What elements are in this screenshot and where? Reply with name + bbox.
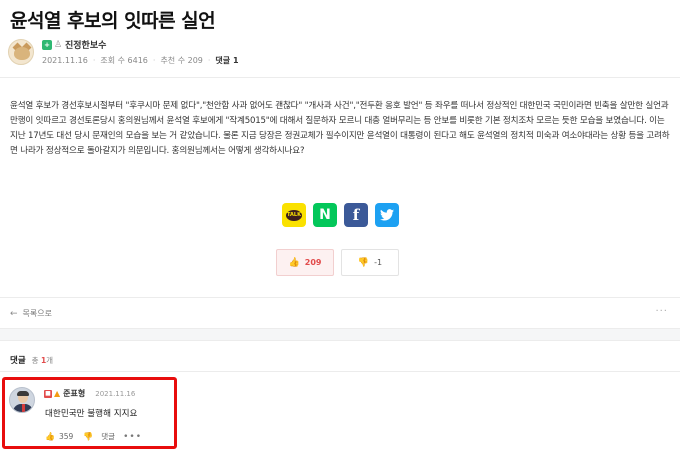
level-badge-icon: + (42, 39, 52, 50)
comments-count: 총 1개 (31, 356, 54, 365)
kakao-share-button[interactable]: TALK (282, 203, 306, 227)
not-recommend-count: -1 (374, 258, 383, 267)
not-recommend-button[interactable]: 👎 -1 (341, 249, 399, 276)
kakao-icon: TALK (286, 209, 302, 221)
author-avatar[interactable] (8, 39, 34, 65)
recommend-count: 209 (304, 258, 322, 267)
back-to-list-button[interactable]: ← 목록으로 (10, 308, 52, 319)
naver-share-button[interactable]: N (313, 203, 337, 227)
divider (0, 77, 680, 78)
post-recommend: 추천 수 209 (160, 56, 203, 65)
divider (0, 371, 680, 372)
thumbs-down-icon: 👎 (357, 257, 370, 268)
twitter-bird-icon (380, 209, 394, 221)
recommend-button[interactable]: 👍 209 (276, 249, 334, 276)
comment-highlight-box (2, 377, 177, 449)
post-title: 윤석열 후보의 잇따른 실언 (10, 10, 216, 32)
post-date: 2021.11.16 (42, 56, 88, 65)
section-separator (0, 328, 680, 341)
member-badge-icon: ♙ (54, 39, 63, 50)
twitter-share-button[interactable] (375, 203, 399, 227)
divider (0, 297, 680, 298)
comments-title: 댓글 (10, 356, 26, 366)
post-meta: 2021.11.16 · 조회 수 6416 · 추천 수 209 · 댓글 1 (42, 55, 239, 66)
back-to-list-label: 목록으로 (22, 309, 52, 318)
facebook-icon: f (352, 206, 360, 224)
author-name[interactable]: 진정한보수 (65, 38, 106, 51)
arrow-left-icon: ← (10, 308, 18, 319)
naver-icon: N (319, 207, 331, 223)
comments-header: 댓글 총 1개 (10, 354, 53, 366)
post-comment-link[interactable]: 댓글 1 (215, 55, 238, 66)
post-body: 윤석열 후보가 경선후보시절부터 "후쿠시마 문제 없다","천안함 사과 없어… (10, 101, 670, 156)
thumbs-up-icon: 👍 (288, 257, 300, 268)
facebook-share-button[interactable]: f (344, 203, 368, 227)
post-views: 조회 수 6416 (100, 56, 148, 65)
post-author-row: + ♙ 진정한보수 2021.11.16 · 조회 수 6416 · 추천 수 … (8, 38, 239, 66)
more-options-icon[interactable]: ··· (655, 306, 668, 317)
